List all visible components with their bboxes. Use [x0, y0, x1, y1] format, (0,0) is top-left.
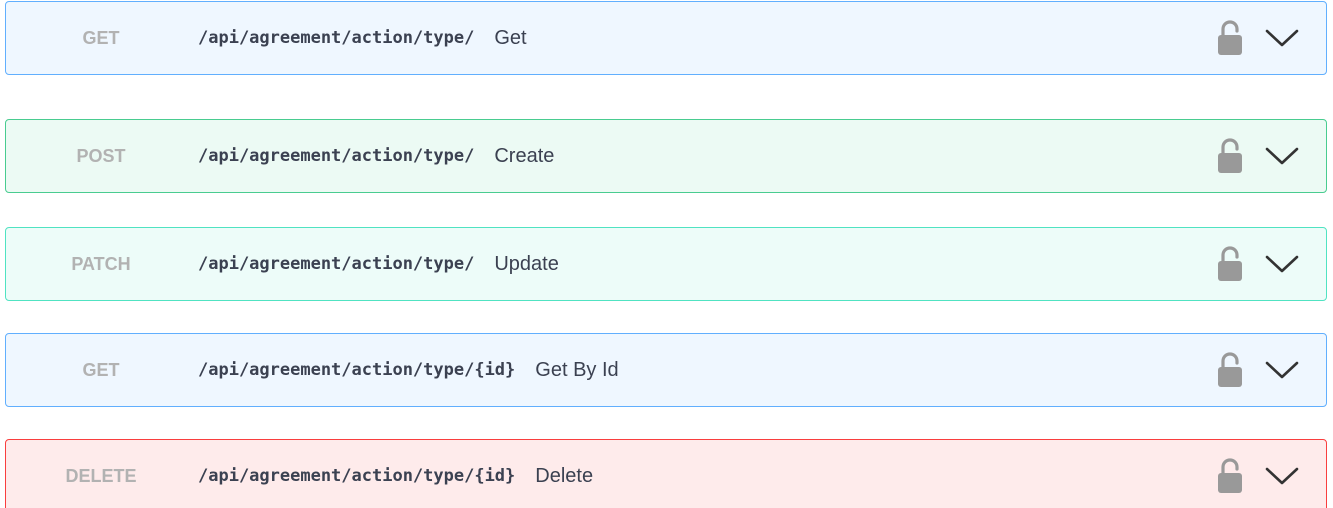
- chevron-down-icon[interactable]: [1264, 145, 1300, 167]
- operation-block-delete[interactable]: DELETE /api/agreement/action/type/{id} D…: [5, 439, 1327, 508]
- unlocked-padlock-icon[interactable]: [1218, 352, 1242, 388]
- operation-path: /api/agreement/action/type/: [198, 254, 475, 274]
- operation-path: /api/agreement/action/type/: [198, 146, 475, 166]
- operation-block-post-create[interactable]: POST /api/agreement/action/type/ Create: [5, 119, 1327, 193]
- operation-block-patch-update[interactable]: PATCH /api/agreement/action/type/ Update: [5, 227, 1327, 301]
- method-badge: DELETE: [65, 465, 137, 486]
- chevron-down-icon[interactable]: [1264, 359, 1300, 381]
- method-badge: POST: [76, 145, 126, 166]
- operation-path: /api/agreement/action/type/{id}: [198, 466, 516, 486]
- operation-block-get-by-id[interactable]: GET /api/agreement/action/type/{id} Get …: [5, 333, 1327, 407]
- chevron-down-icon[interactable]: [1264, 27, 1300, 49]
- operation-summary: Delete: [535, 464, 594, 487]
- operation-summary: Get By Id: [535, 358, 619, 381]
- method-badge: GET: [82, 359, 120, 380]
- unlocked-padlock-icon[interactable]: [1218, 138, 1242, 174]
- operation-summary: Get: [494, 26, 527, 49]
- method-badge: PATCH: [71, 253, 131, 274]
- operation-summary: Create: [494, 144, 555, 167]
- operation-summary: Update: [494, 252, 559, 275]
- chevron-down-icon[interactable]: [1264, 253, 1300, 275]
- chevron-down-icon[interactable]: [1264, 465, 1300, 487]
- unlocked-padlock-icon[interactable]: [1218, 458, 1242, 494]
- unlocked-padlock-icon[interactable]: [1218, 20, 1242, 56]
- operations-list: GET /api/agreement/action/type/ Get POST…: [0, 0, 1333, 508]
- operation-block-get-list[interactable]: GET /api/agreement/action/type/ Get: [5, 1, 1327, 75]
- method-badge: GET: [82, 27, 120, 48]
- unlocked-padlock-icon[interactable]: [1218, 246, 1242, 282]
- operation-path: /api/agreement/action/type/{id}: [198, 360, 516, 380]
- operation-path: /api/agreement/action/type/: [198, 28, 475, 48]
